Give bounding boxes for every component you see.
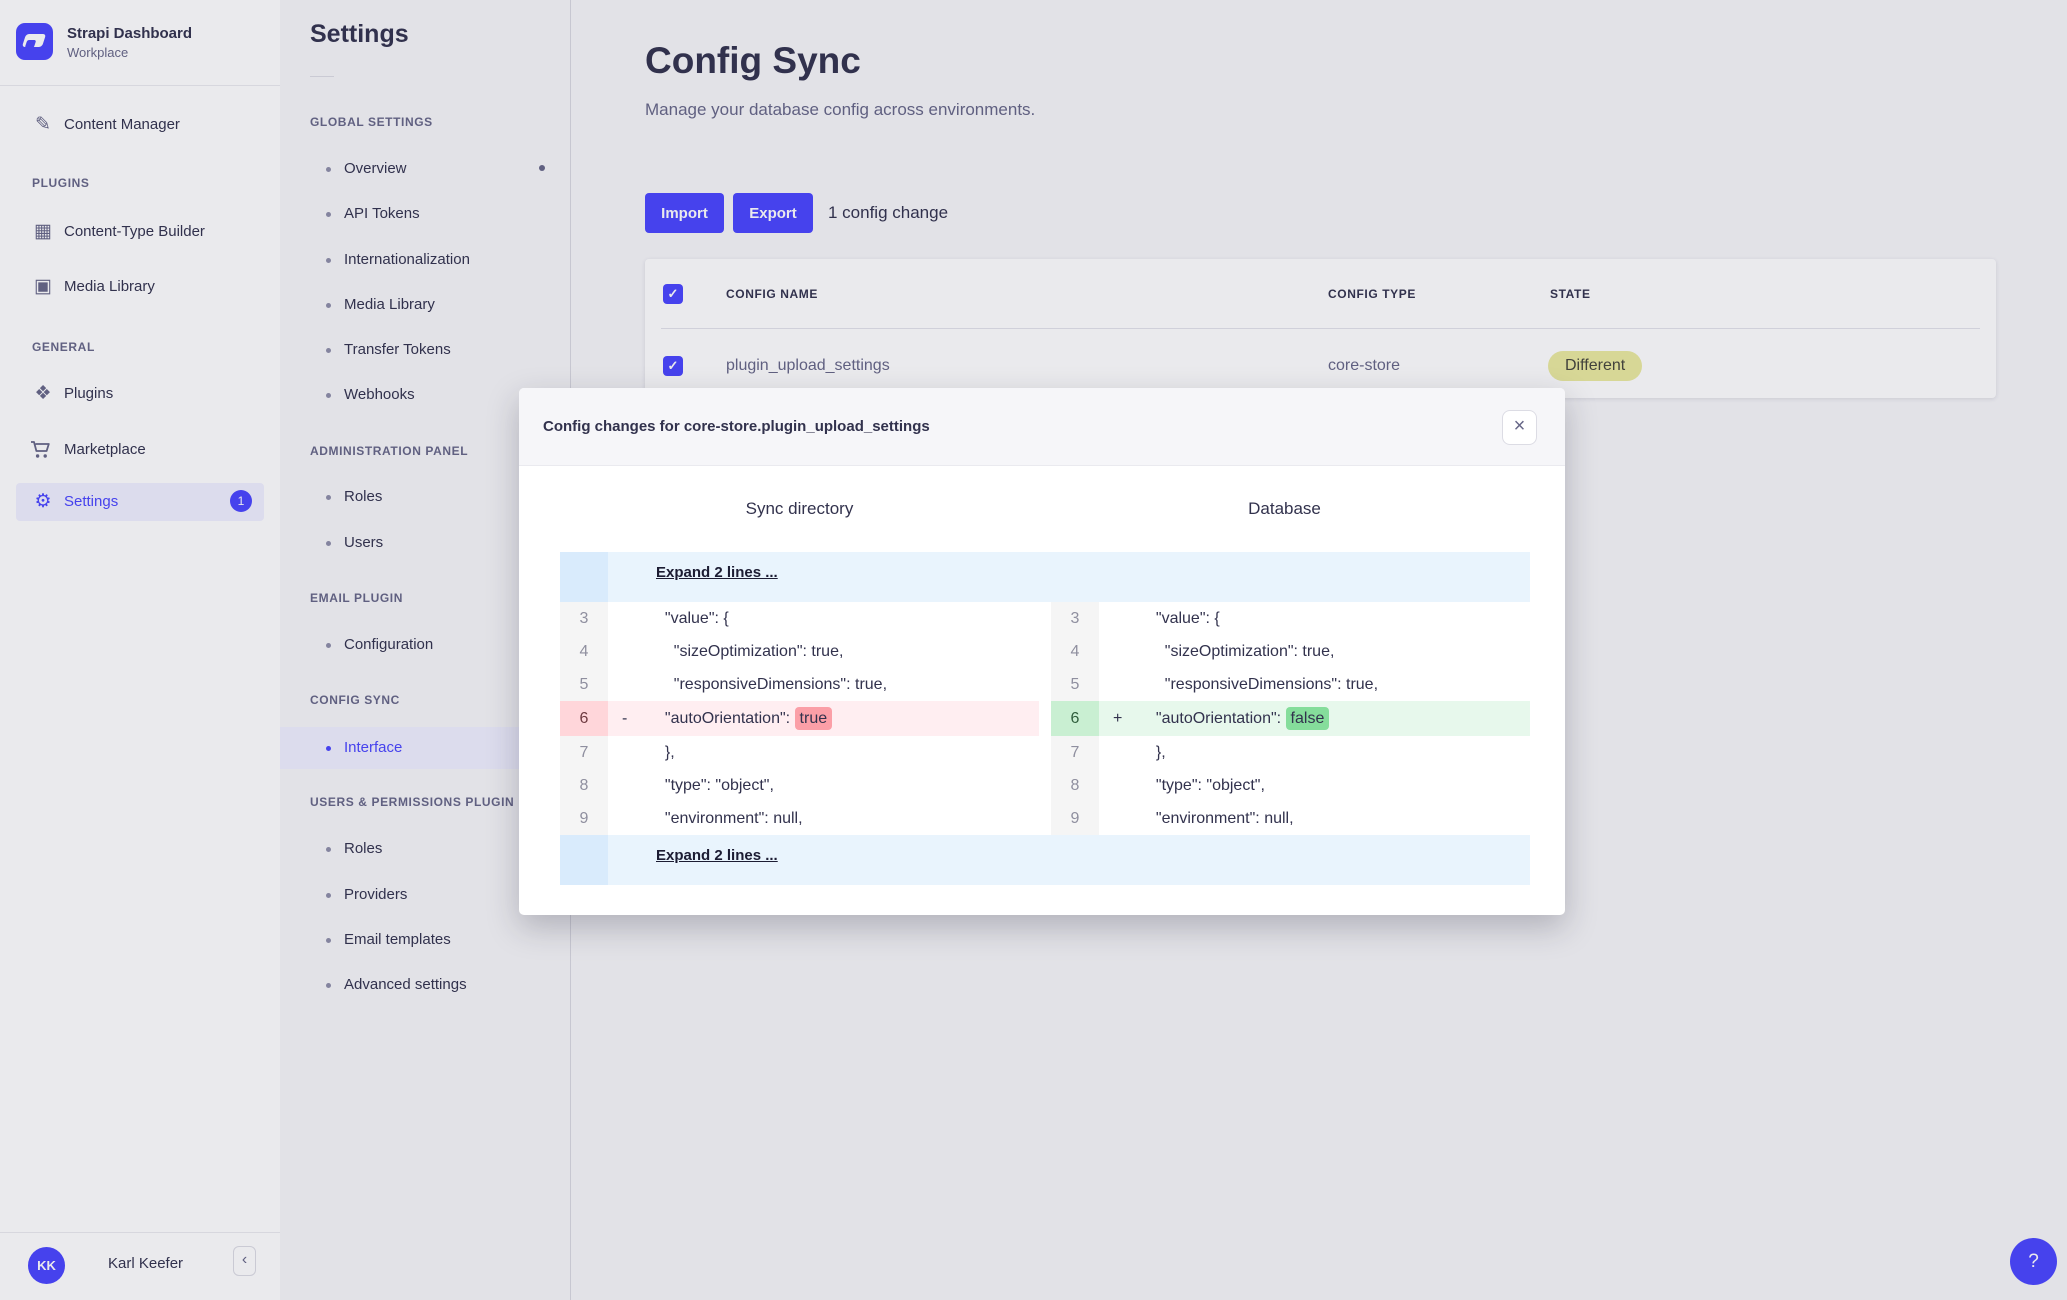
line-number: 5: [560, 668, 608, 701]
diff-line: 8 "type": "object", 8 "type": "object",: [560, 769, 1530, 802]
removed-marker: -: [622, 710, 628, 727]
code-text: "autoOrientation":: [656, 710, 795, 727]
strapi-admin-screen: Strapi Dashboard Workplace ✎ Content Man…: [0, 0, 2067, 1300]
diff-line: 9 "environment": null, 9 "environment": …: [560, 802, 1530, 835]
expand-row-top: Expand 2 lines ...: [560, 552, 1530, 602]
diff-line-changed: 6 - "autoOrientation": true 6 + "autoOri…: [560, 701, 1530, 736]
code-line-removed: - "autoOrientation": true: [608, 701, 1039, 736]
column-gap: [1039, 701, 1051, 736]
column-gap: [1039, 736, 1051, 769]
column-gap: [1039, 769, 1051, 802]
column-gap: [1039, 802, 1051, 835]
line-number: 6: [560, 701, 608, 736]
column-gap: [1039, 635, 1051, 668]
diff-line: 5 "responsiveDimensions": true, 5 "respo…: [560, 668, 1530, 701]
removed-token: true: [794, 707, 833, 730]
line-number: 4: [1051, 635, 1099, 668]
line-number: 9: [560, 802, 608, 835]
code-line: "environment": null,: [608, 802, 1039, 835]
code-line: },: [608, 736, 1039, 769]
code-line: "value": {: [1099, 602, 1530, 635]
code-line: "environment": null,: [1099, 802, 1530, 835]
diff-view: Expand 2 lines ... 3 "value": { 3 "value…: [560, 552, 1530, 885]
diff-added-side: 6 + "autoOrientation": false: [1051, 701, 1530, 736]
expand-lines-link[interactable]: Expand 2 lines ...: [656, 564, 778, 581]
code-line-added: + "autoOrientation": false: [1099, 701, 1530, 736]
code-line: "type": "object",: [608, 769, 1039, 802]
modal-title: Config changes for core-store.plugin_upl…: [543, 418, 930, 435]
expand-gutter: [560, 552, 608, 602]
diff-removed-side: 6 - "autoOrientation": true: [560, 701, 1039, 736]
expand-lines-link[interactable]: Expand 2 lines ...: [656, 847, 778, 864]
close-icon: ×: [1513, 415, 1526, 437]
diff-line: 7 }, 7 },: [560, 736, 1530, 769]
close-button[interactable]: ×: [1502, 410, 1537, 445]
diff-line: 4 "sizeOptimization": true, 4 "sizeOptim…: [560, 635, 1530, 668]
added-token: false: [1285, 707, 1330, 730]
diff-line: 3 "value": { 3 "value": {: [560, 602, 1530, 635]
line-number: 8: [1051, 769, 1099, 802]
code-line: "sizeOptimization": true,: [608, 635, 1039, 668]
diff-column-header-database: Database: [1248, 499, 1321, 518]
column-gap: [1039, 668, 1051, 701]
code-line: "sizeOptimization": true,: [1099, 635, 1530, 668]
line-number: 6: [1051, 701, 1099, 736]
line-number: 5: [1051, 668, 1099, 701]
line-number: 3: [560, 602, 608, 635]
line-number: 9: [1051, 802, 1099, 835]
code-line: "responsiveDimensions": true,: [1099, 668, 1530, 701]
code-line: },: [1099, 736, 1530, 769]
code-text: "autoOrientation":: [1147, 710, 1286, 727]
expand-area: Expand 2 lines ...: [608, 835, 1530, 885]
column-gap: [1039, 602, 1051, 635]
expand-area: Expand 2 lines ...: [608, 552, 1530, 602]
code-line: "responsiveDimensions": true,: [608, 668, 1039, 701]
line-number: 7: [560, 736, 608, 769]
line-number: 4: [560, 635, 608, 668]
code-line: "value": {: [608, 602, 1039, 635]
added-marker: +: [1113, 710, 1123, 727]
modal-header: Config changes for core-store.plugin_upl…: [519, 388, 1565, 466]
config-diff-modal: Config changes for core-store.plugin_upl…: [519, 388, 1565, 915]
expand-gutter: [560, 835, 608, 885]
code-line: "type": "object",: [1099, 769, 1530, 802]
diff-column-header-sync: Sync directory: [745, 499, 854, 518]
line-number: 3: [1051, 602, 1099, 635]
line-number: 8: [560, 769, 608, 802]
expand-row-bottom: Expand 2 lines ...: [560, 835, 1530, 885]
line-number: 7: [1051, 736, 1099, 769]
